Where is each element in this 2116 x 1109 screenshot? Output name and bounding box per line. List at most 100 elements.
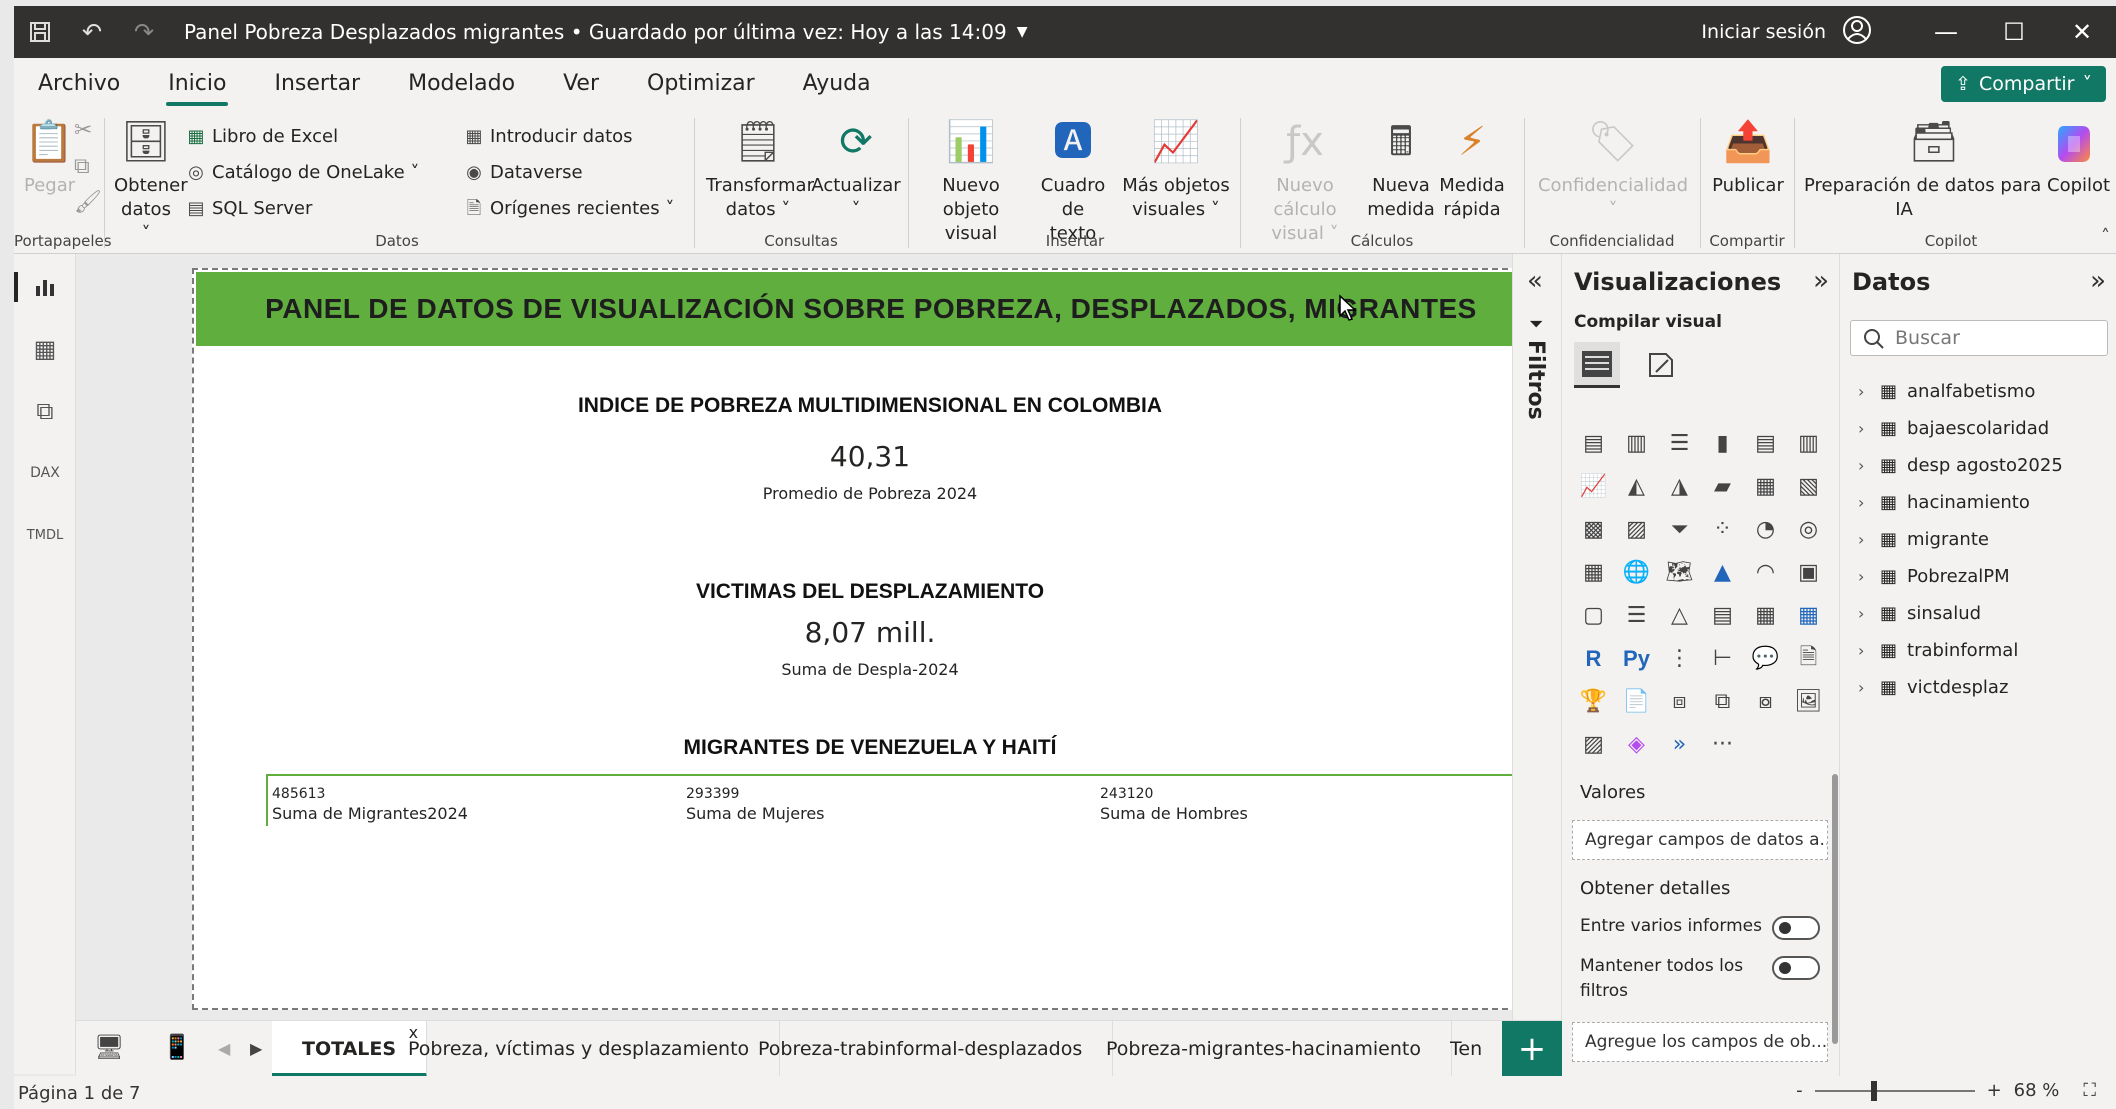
goals-icon[interactable]: 🏆	[1572, 680, 1615, 723]
line-column-icon[interactable]: ▦	[1744, 465, 1787, 508]
metrics-icon[interactable]: ▨	[1572, 723, 1615, 766]
transform-data-button[interactable]: 🗒 Transformar datos ˅	[706, 116, 814, 222]
expand-chevron-icon[interactable]: ›	[1858, 382, 1870, 401]
diamond-visual-icon[interactable]: ◈	[1615, 723, 1658, 766]
close-icon[interactable]: ✕	[2048, 18, 2116, 46]
ipm-value[interactable]: 40,31	[194, 440, 1546, 473]
tab-inicio[interactable]: Inicio	[144, 58, 250, 110]
zoom-slider[interactable]	[1814, 1080, 1975, 1101]
next-page-icon[interactable]: ▶	[250, 1039, 262, 1058]
page-tab-pobreza-victimas[interactable]: Pobreza, víctimas y desplazamiento	[378, 1021, 781, 1077]
table-sinsalud[interactable]: › ▦ sinsalud	[1858, 598, 1981, 628]
more-visuals-button[interactable]: 📈 Más objetos visuales ˅	[1120, 116, 1232, 222]
share-button[interactable]: ⇪ Compartir ˅	[1941, 66, 2106, 102]
card-icon[interactable]: ▢	[1572, 594, 1615, 637]
pie-chart-icon[interactable]: ◔	[1744, 508, 1787, 551]
expand-chevron-icon[interactable]: ›	[1858, 604, 1870, 623]
build-visual-tab[interactable]	[1574, 342, 1620, 388]
scatter-icon[interactable]: ⁘	[1701, 508, 1744, 551]
multi-row-card-icon[interactable]: ☰	[1615, 594, 1658, 637]
power-automate-icon[interactable]: ⧉	[1701, 680, 1744, 723]
report-view-icon[interactable]	[14, 262, 76, 312]
donut-chart-icon[interactable]: ◎	[1787, 508, 1830, 551]
redo-icon[interactable]: ↷	[118, 6, 170, 58]
tab-ayuda[interactable]: Ayuda	[779, 58, 895, 110]
displacement-value[interactable]: 8,07 mill.	[194, 616, 1546, 649]
narrative-icon[interactable]: 🗎	[1787, 637, 1830, 680]
decomposition-tree-icon[interactable]: ⊢	[1701, 637, 1744, 680]
text-box-button[interactable]: 🅰 Cuadro de texto	[1028, 116, 1118, 246]
copilot-icon[interactable]	[2050, 120, 2098, 172]
stacked-column-icon[interactable]: ▥	[1615, 422, 1658, 465]
dataverse-button[interactable]: ◉ Dataverse	[462, 158, 582, 188]
r-visual-icon[interactable]: R	[1572, 637, 1615, 680]
tab-archivo[interactable]: Archivo	[14, 58, 144, 110]
format-visual-tab[interactable]	[1638, 342, 1684, 388]
sign-in-link[interactable]: Iniciar sesión	[1701, 21, 1826, 43]
chevron-visual-icon[interactable]: »	[1658, 723, 1701, 766]
table-desp-agosto2025[interactable]: › ▦ desp agosto2025	[1858, 450, 2063, 480]
format-painter-icon[interactable]: 🖌	[74, 190, 102, 215]
line-chart-icon[interactable]: 📈	[1572, 465, 1615, 508]
stacked-area-icon[interactable]: ◮	[1658, 465, 1701, 508]
desktop-layout-icon[interactable]: 🖥	[94, 1033, 124, 1061]
data-search-input[interactable]: Buscar	[1850, 320, 2108, 356]
line-stacked-column-icon[interactable]: ▧	[1787, 465, 1830, 508]
copilot-prep-button[interactable]: 🗃 Preparación de datos para Copilot IA	[1804, 116, 2110, 222]
table-hacinamiento[interactable]: › ▦ hacinamiento	[1858, 487, 2030, 517]
kpi-icon[interactable]: △	[1658, 594, 1701, 637]
table-migrante[interactable]: › ▦ migrante	[1858, 524, 1989, 554]
area-chart-icon[interactable]: ◭	[1615, 465, 1658, 508]
collapse-visualizations-icon[interactable]: »	[1813, 266, 1829, 296]
table-victdesplaz[interactable]: › ▦ victdesplaz	[1858, 672, 2008, 702]
paginated-report-icon[interactable]: 📄	[1615, 680, 1658, 723]
new-measure-button[interactable]: 🖩 Nueva medida	[1366, 116, 1436, 222]
get-data-button[interactable]: 🗄 Obtener datos ˅	[114, 116, 188, 246]
zoom-in-button[interactable]: +	[1987, 1080, 2002, 1101]
publish-button[interactable]: 📤 Publicar	[1706, 116, 1790, 198]
funnel-icon[interactable]: ⏷	[1658, 508, 1701, 551]
enter-data-button[interactable]: ▦ Introducir datos	[462, 122, 632, 152]
power-apps-icon[interactable]: ⧈	[1658, 680, 1701, 723]
excel-workbook-button[interactable]: ▦ Libro de Excel	[184, 122, 338, 152]
mobile-layout-icon[interactable]: 📱	[162, 1033, 192, 1061]
expand-chevron-icon[interactable]: ›	[1858, 567, 1870, 586]
expand-chevron-icon[interactable]: ›	[1858, 456, 1870, 475]
zoom-out-button[interactable]: -	[1796, 1080, 1803, 1101]
fit-to-page-icon[interactable]: ⛶	[2083, 1080, 2096, 1101]
expand-chevron-icon[interactable]: ›	[1858, 530, 1870, 549]
expand-chevron-icon[interactable]: ›	[1858, 678, 1870, 697]
table-pobrezalpm[interactable]: › ▦ PobrezalPM	[1858, 561, 2010, 591]
save-icon[interactable]	[14, 6, 66, 58]
migrants-multi-row-card[interactable]: 485613 Suma de Migrantes2024 293399 Suma…	[266, 774, 1518, 826]
python-visual-icon[interactable]: Py	[1615, 637, 1658, 680]
title-dropdown-icon[interactable]: ▼	[1017, 24, 1028, 40]
onelake-catalog-button[interactable]: ◎ Catálogo de OneLake ˅	[184, 158, 419, 188]
map-icon[interactable]: 🌐	[1615, 551, 1658, 594]
filters-pane-collapsed[interactable]: « ⏷ Filtros	[1512, 254, 1562, 1020]
azure-map-icon[interactable]: ▲	[1701, 551, 1744, 594]
expand-chevron-icon[interactable]: ›	[1858, 419, 1870, 438]
tab-insertar[interactable]: Insertar	[250, 58, 384, 110]
undo-icon[interactable]: ↶	[66, 6, 118, 58]
table-bajaescolaridad[interactable]: › ▦ bajaescolaridad	[1858, 413, 2049, 443]
expand-chevron-icon[interactable]: ›	[1858, 641, 1870, 660]
displacement-title[interactable]: VICTIMAS DEL DESPLAZAMIENTO	[194, 580, 1546, 604]
100-bar-icon[interactable]: ▤	[1744, 422, 1787, 465]
migrants-title[interactable]: MIGRANTES DE VENEZUELA Y HAITÍ	[194, 736, 1546, 760]
page-tab-pobreza-migrantes[interactable]: Pobreza-migrantes-hacinamiento	[1076, 1021, 1452, 1077]
card-new-icon[interactable]: ▣	[1787, 551, 1830, 594]
sensitivity-button[interactable]: 🏷 Confidencialidad ˅	[1530, 116, 1696, 222]
collapse-data-icon[interactable]: »	[2090, 266, 2106, 296]
quick-measure-button[interactable]: ⚡ Medida rápida	[1436, 116, 1508, 222]
collapse-ribbon-icon[interactable]: ˄	[2101, 226, 2110, 247]
new-visual-button[interactable]: 📊 Nuevo objeto visual	[914, 116, 1028, 246]
ipm-title[interactable]: INDICE DE POBREZA MULTIDIMENSIONAL EN CO…	[194, 394, 1546, 418]
page-tab-pobreza-trabinformal[interactable]: Pobreza-trabinformal-desplazados	[728, 1021, 1114, 1077]
treemap-icon[interactable]: ▦	[1572, 551, 1615, 594]
clustered-column-icon[interactable]: ▮	[1701, 422, 1744, 465]
cross-report-toggle[interactable]	[1772, 916, 1820, 940]
minimize-icon[interactable]: —	[1912, 18, 1980, 46]
page-tab-ten[interactable]: Ten	[1440, 1021, 1502, 1077]
tab-modelado[interactable]: Modelado	[384, 58, 539, 110]
